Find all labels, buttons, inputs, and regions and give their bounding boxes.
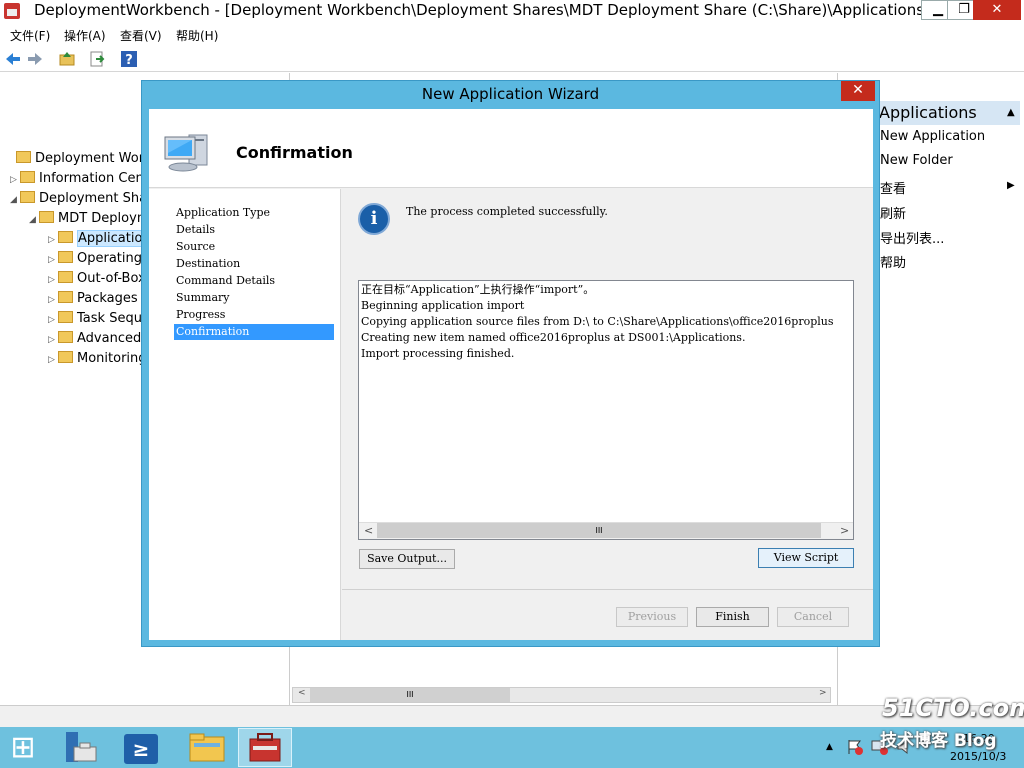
- window-title: DeploymentWorkbench - [Deployment Workbe…: [34, 1, 930, 19]
- export-list-icon[interactable]: [88, 50, 106, 68]
- toolbar: [0, 46, 1024, 72]
- wizard-step: Destination: [176, 257, 241, 270]
- deployment-workbench-icon[interactable]: [244, 729, 286, 767]
- output-scroll-right-arrow[interactable]: >: [840, 524, 849, 537]
- server-manager-icon[interactable]: [60, 729, 102, 767]
- expand-arrow-icon[interactable]: ▷: [48, 335, 58, 345]
- folder-icon: [58, 291, 73, 303]
- expand-arrow-icon[interactable]: ▷: [48, 235, 58, 245]
- menu-file[interactable]: 文件(F): [10, 27, 50, 44]
- submenu-arrow-icon: ▶: [1007, 180, 1015, 191]
- folder-icon: [16, 151, 31, 163]
- wizard-step: Details: [176, 223, 215, 236]
- tray-overflow-arrow[interactable]: ▲: [826, 742, 833, 752]
- button-separator: [342, 589, 873, 590]
- wizard-title: New Application Wizard: [421, 85, 600, 103]
- action-export-list[interactable]: 导出列表...: [880, 228, 944, 247]
- status-message: The process completed successfully.: [406, 205, 608, 218]
- action-new-folder[interactable]: New Folder: [880, 153, 953, 168]
- folder-icon: [58, 251, 73, 263]
- folder-icon: [58, 231, 73, 243]
- app-icon: [4, 3, 20, 19]
- menu-view[interactable]: 查看(V): [120, 27, 162, 44]
- cancel-button[interactable]: Cancel: [777, 607, 849, 627]
- tree-item[interactable]: ▷ Packages: [48, 291, 138, 311]
- svg-text:?: ?: [125, 53, 133, 68]
- output-scroll-left-arrow[interactable]: <: [364, 524, 373, 537]
- menu-action[interactable]: 操作(A): [64, 27, 106, 44]
- wizard-step: Confirmation: [174, 324, 334, 340]
- previous-button[interactable]: Previous: [616, 607, 688, 627]
- output-line: 正在目标“Application”上执行操作“import”。: [361, 283, 595, 296]
- action-help[interactable]: 帮助: [880, 252, 906, 271]
- output-line: Import processing finished.: [361, 347, 515, 360]
- clock-date[interactable]: 2015/10/3: [950, 750, 1006, 763]
- folder-icon: [58, 331, 73, 343]
- center-scroll-thumb[interactable]: III: [310, 688, 510, 702]
- view-script-button[interactable]: View Script: [758, 548, 854, 568]
- finish-button[interactable]: Finish: [696, 607, 769, 627]
- tree-item-label: Monitoring: [77, 351, 147, 366]
- action-new-application[interactable]: New Application: [880, 129, 985, 144]
- center-scroll-right-arrow[interactable]: >: [819, 688, 827, 698]
- folder-icon: [20, 191, 35, 203]
- watermark-logo: 51CTO.com: [882, 694, 1024, 722]
- collapse-arrow-icon[interactable]: ◢: [29, 215, 39, 225]
- wizard-step: Progress: [176, 308, 226, 321]
- folder-icon: [58, 311, 73, 323]
- tree-item[interactable]: ▷ Monitoring: [48, 351, 147, 371]
- wizard-step: Command Details: [176, 274, 276, 287]
- output-line: Creating new item named office2016proplu…: [361, 331, 746, 344]
- center-scroll-left-arrow[interactable]: <: [298, 688, 306, 698]
- computer-icon: [164, 134, 208, 172]
- forward-arrow-icon[interactable]: [26, 50, 44, 68]
- expand-arrow-icon[interactable]: ▷: [48, 355, 58, 365]
- wizard-close-button[interactable]: ✕: [841, 81, 875, 101]
- output-scroll-thumb[interactable]: III: [377, 523, 821, 538]
- help-icon[interactable]: ?: [120, 50, 138, 68]
- action-center-icon[interactable]: [846, 738, 864, 756]
- expand-arrow-icon[interactable]: ▷: [48, 275, 58, 285]
- wizard-page-title: Confirmation: [236, 143, 353, 162]
- folder-icon: [58, 351, 73, 363]
- wizard-step: Source: [176, 240, 216, 253]
- file-explorer-icon[interactable]: [186, 729, 228, 767]
- output-line: Copying application source files from D:…: [361, 315, 834, 328]
- save-output-button[interactable]: Save Output...: [359, 549, 455, 569]
- tree-item[interactable]: ▷ Information Center: [10, 171, 162, 191]
- folder-icon: [58, 271, 73, 283]
- status-bar: [0, 705, 1024, 727]
- powershell-icon[interactable]: ≥: [124, 734, 158, 764]
- wizard-step: Application Type: [176, 206, 271, 219]
- up-folder-icon[interactable]: [58, 50, 76, 68]
- tree-item-label: Packages: [77, 291, 138, 306]
- wizard-step: Summary: [176, 291, 230, 304]
- action-view[interactable]: 查看: [880, 178, 906, 197]
- collapse-arrow-icon[interactable]: ◢: [10, 195, 20, 205]
- output-line: Beginning application import: [361, 299, 525, 312]
- expand-arrow-icon[interactable]: ▷: [10, 175, 20, 185]
- close-button[interactable]: ✕: [973, 0, 1021, 20]
- expand-arrow-icon[interactable]: ▷: [48, 295, 58, 305]
- menu-help[interactable]: 帮助(H): [176, 27, 218, 44]
- action-refresh[interactable]: 刷新: [880, 203, 906, 222]
- folder-icon: [39, 211, 54, 223]
- expand-arrow-icon[interactable]: ▷: [48, 255, 58, 265]
- watermark-subtitle: 技术博客 Blog: [880, 731, 997, 751]
- folder-icon: [20, 171, 35, 183]
- actions-scroll-up-arrow[interactable]: ▲: [1007, 107, 1015, 118]
- back-arrow-icon[interactable]: [4, 50, 22, 68]
- expand-arrow-icon[interactable]: ▷: [48, 315, 58, 325]
- info-icon: i: [358, 203, 390, 235]
- start-button[interactable]: ⊞: [2, 729, 44, 767]
